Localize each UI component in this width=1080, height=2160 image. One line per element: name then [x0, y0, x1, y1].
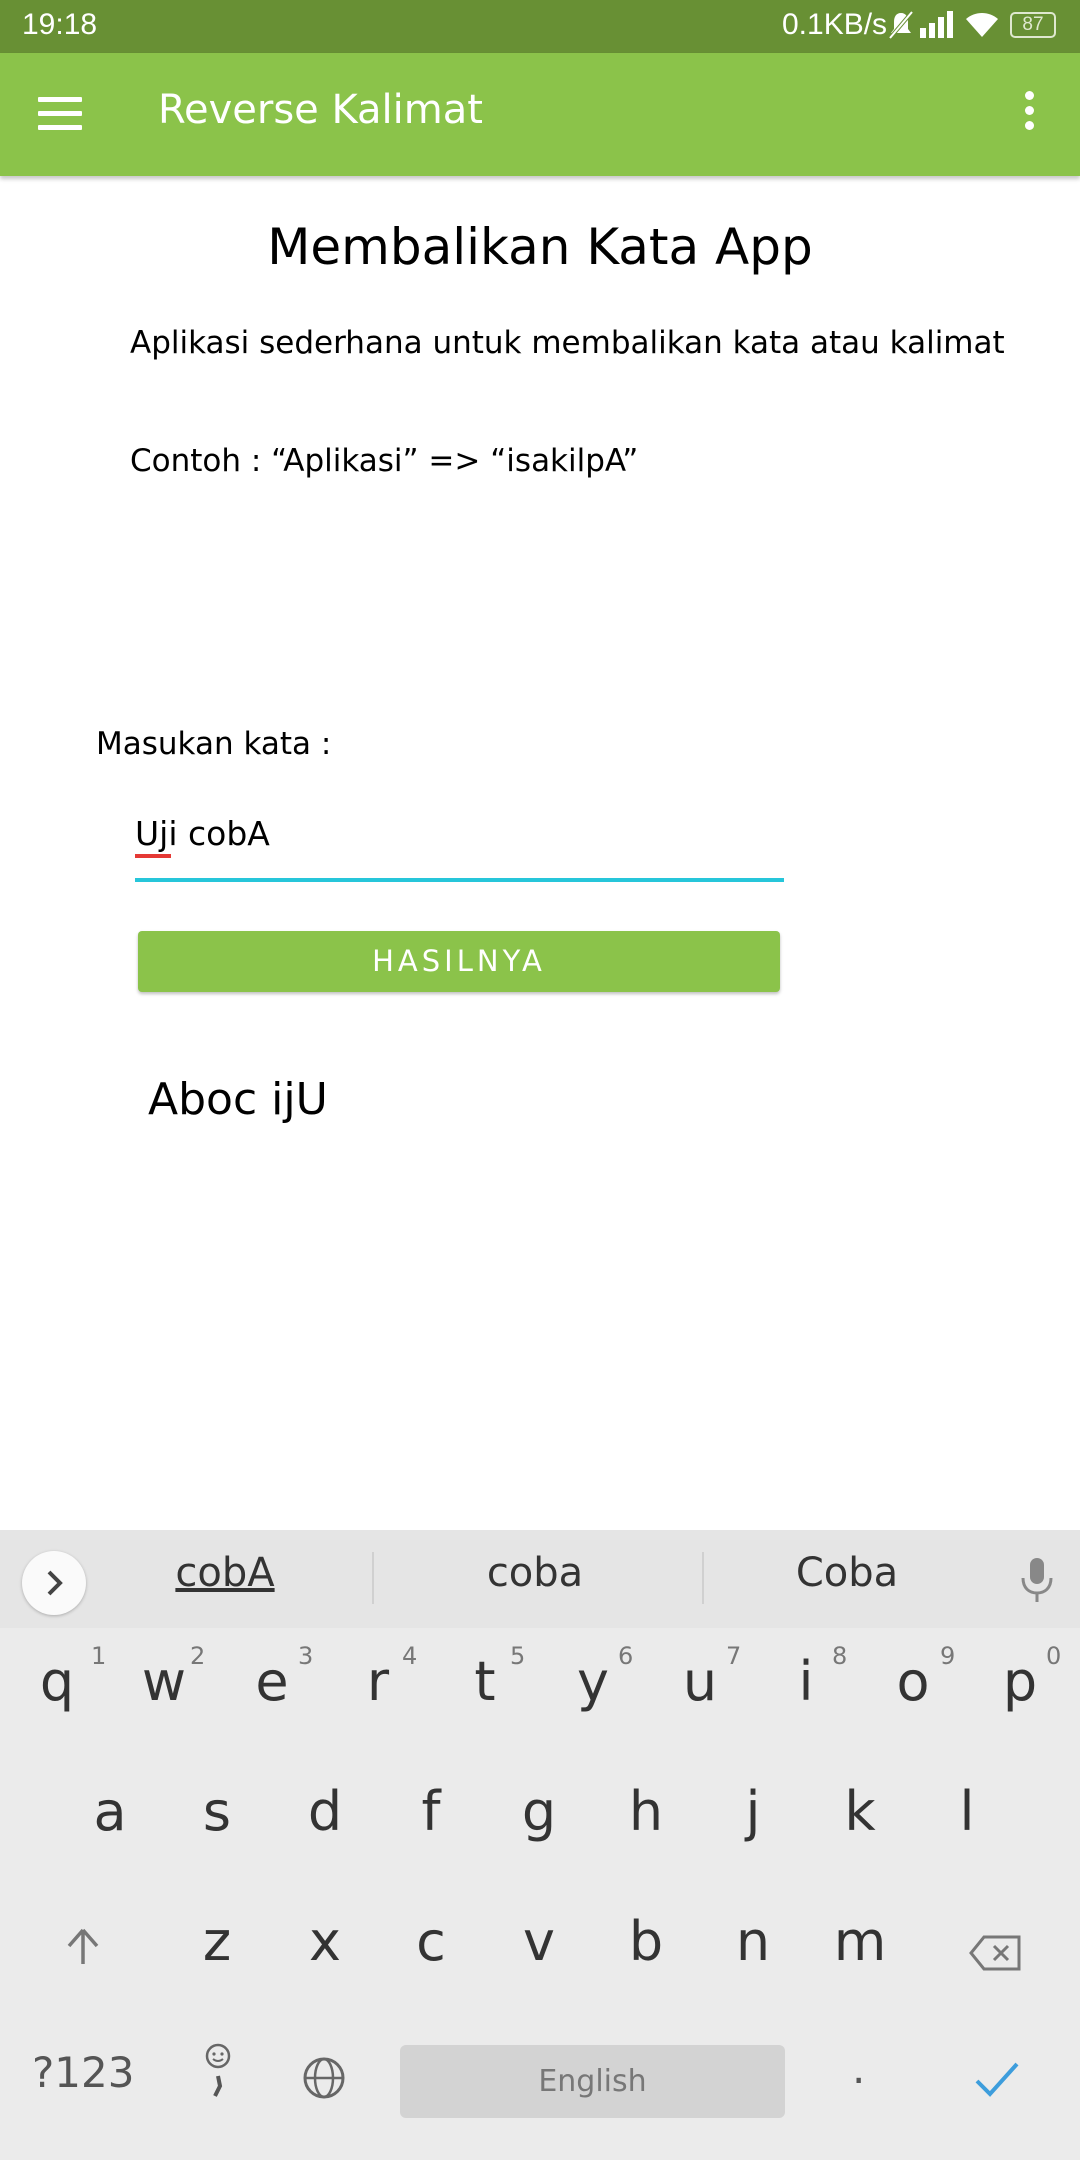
space-bar[interactable]: English: [400, 2045, 785, 2118]
hamburger-menu-icon[interactable]: [38, 97, 82, 131]
battery-indicator: 87: [1010, 12, 1056, 38]
globe-icon[interactable]: [302, 2056, 346, 2110]
key-v[interactable]: v: [499, 1910, 579, 1973]
suggestion-bar: cobA coba Coba: [0, 1530, 1080, 1628]
chevron-right-icon: [47, 1570, 63, 1596]
app-bar: Reverse Kalimat: [0, 53, 1080, 176]
key-l[interactable]: l: [927, 1780, 1007, 1843]
key-hint: 7: [726, 1642, 742, 1670]
key-x[interactable]: x: [285, 1910, 365, 1973]
checkmark-icon[interactable]: [974, 2060, 1020, 2110]
more-vert-icon[interactable]: [1022, 91, 1036, 137]
backspace-key[interactable]: [955, 1922, 1035, 1985]
key-hint: 3: [298, 1642, 314, 1670]
divider: [372, 1552, 374, 1604]
emoji-comma-icon: [205, 2043, 231, 2097]
key-hint: 8: [832, 1642, 848, 1670]
network-speed: 0.1KB/s: [782, 8, 888, 41]
spellcheck-underline: [135, 854, 171, 858]
suggestion-item[interactable]: coba: [420, 1550, 650, 1596]
key-h[interactable]: h: [606, 1780, 686, 1843]
input-label: Masukan kata :: [96, 726, 332, 762]
key-hint: 0: [1046, 1642, 1062, 1670]
key-j[interactable]: j: [713, 1780, 793, 1843]
app-title: Reverse Kalimat: [158, 87, 483, 133]
key-hint: 5: [510, 1642, 526, 1670]
microphone-icon[interactable]: [1015, 1556, 1059, 1604]
key-hint: 4: [402, 1642, 418, 1670]
key-hint: 1: [91, 1642, 107, 1670]
key-hint: 6: [618, 1642, 634, 1670]
signal-icon: [920, 10, 954, 46]
result-text: Aboc ijU: [148, 1074, 328, 1125]
symbols-key[interactable]: ?123: [32, 2048, 134, 2097]
suggestion-item[interactable]: cobA: [110, 1550, 340, 1596]
key-n[interactable]: n: [713, 1910, 793, 1973]
page-heading: Membalikan Kata App: [267, 218, 813, 276]
key-s[interactable]: s: [177, 1780, 257, 1843]
key-m[interactable]: m: [820, 1910, 900, 1973]
key-z[interactable]: z: [177, 1910, 257, 1973]
shift-key[interactable]: [43, 1918, 123, 1981]
word-input[interactable]: Uji cobA: [135, 806, 784, 882]
result-button[interactable]: HASILNYA: [138, 931, 780, 992]
divider: [702, 1552, 704, 1604]
key-q[interactable]: q: [17, 1650, 97, 1713]
key-hint: 9: [940, 1642, 956, 1670]
key-a[interactable]: a: [70, 1780, 150, 1843]
shift-arrow-icon: [67, 1928, 99, 1964]
word-input-value[interactable]: Uji cobA: [135, 814, 270, 853]
key-f[interactable]: f: [391, 1780, 471, 1843]
key-k[interactable]: k: [820, 1780, 900, 1843]
backspace-icon: [969, 1935, 1021, 1971]
key-d[interactable]: d: [285, 1780, 365, 1843]
key-c[interactable]: c: [391, 1910, 471, 1973]
mute-icon: [888, 10, 914, 48]
suggestion-item[interactable]: Coba: [732, 1550, 962, 1596]
period-key[interactable]: .: [852, 2044, 865, 2093]
soft-keyboard: cobA coba Coba q 1 w 2 e 3 r 4 t 5 y 6 u…: [0, 1530, 1080, 2160]
key-b[interactable]: b: [606, 1910, 686, 1973]
emoji-key[interactable]: [198, 2042, 238, 2112]
status-bar: 19:18 0.1KB/s 87: [0, 0, 1080, 53]
key-g[interactable]: g: [499, 1780, 579, 1843]
expand-toolbar-button[interactable]: [22, 1551, 86, 1615]
status-time: 19:18: [22, 8, 98, 41]
key-hint: 2: [190, 1642, 206, 1670]
app-description: Aplikasi sederhana untuk membalikan kata…: [130, 325, 1005, 361]
example-text: Contoh : “Aplikasi” => “isakilpA”: [130, 443, 639, 479]
wifi-icon: [964, 10, 1000, 46]
